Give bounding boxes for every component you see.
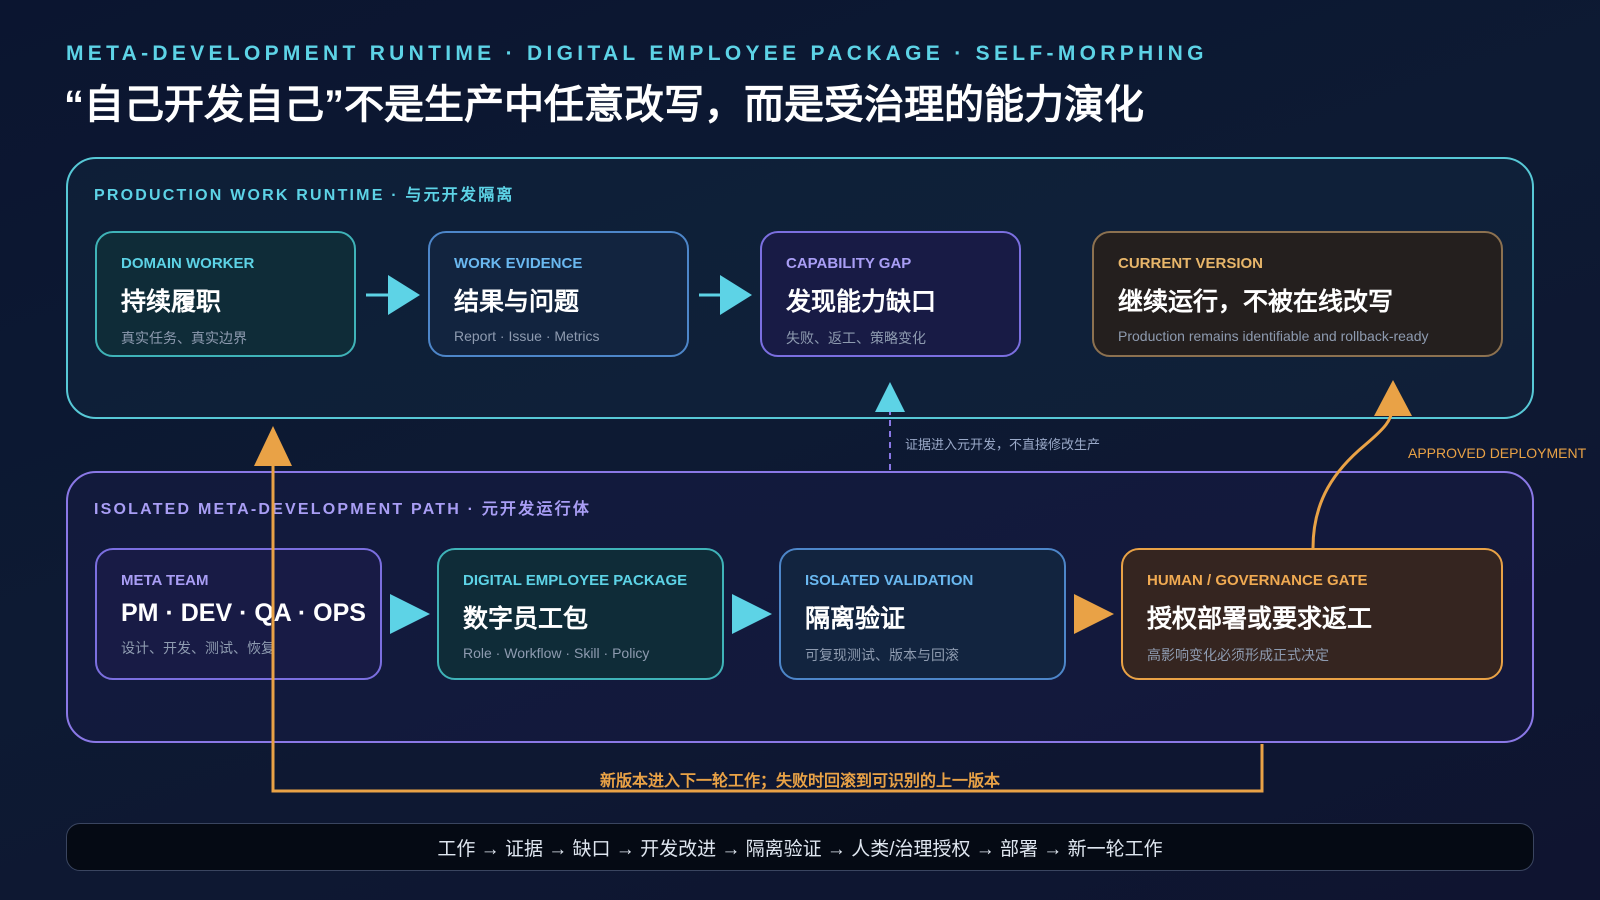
deployment-note: APPROVED DEPLOYMENT — [1408, 445, 1587, 461]
flow-summary-text: 工作 → 证据 → 缺口 → 开发改进 → 隔离验证 → 人类/治理授权 → 部… — [437, 838, 1163, 860]
deployment-arrow-head — [1374, 380, 1412, 416]
evidence-arrow-head — [875, 382, 905, 412]
flow-arrow-head — [390, 594, 430, 634]
loop-back-line — [271, 460, 1264, 793]
flow-arrow-head — [732, 594, 772, 634]
loop-note: 新版本进入下一轮工作；失败时回滚到可识别的上一版本 — [600, 773, 1001, 790]
loop-back-arrow-head — [254, 426, 292, 466]
flow-arrow-head — [1074, 594, 1114, 634]
flow-arrow-head — [388, 275, 420, 315]
deployment-curve — [1311, 407, 1394, 549]
flow-summary-bar: 工作 → 证据 → 缺口 → 开发改进 → 隔离验证 → 人类/治理授权 → 部… — [66, 823, 1534, 871]
evidence-note: 证据进入元开发，不直接修改生产 — [905, 437, 1101, 452]
connector-overlay — [254, 275, 1412, 793]
flow-arrow-head — [720, 275, 752, 315]
